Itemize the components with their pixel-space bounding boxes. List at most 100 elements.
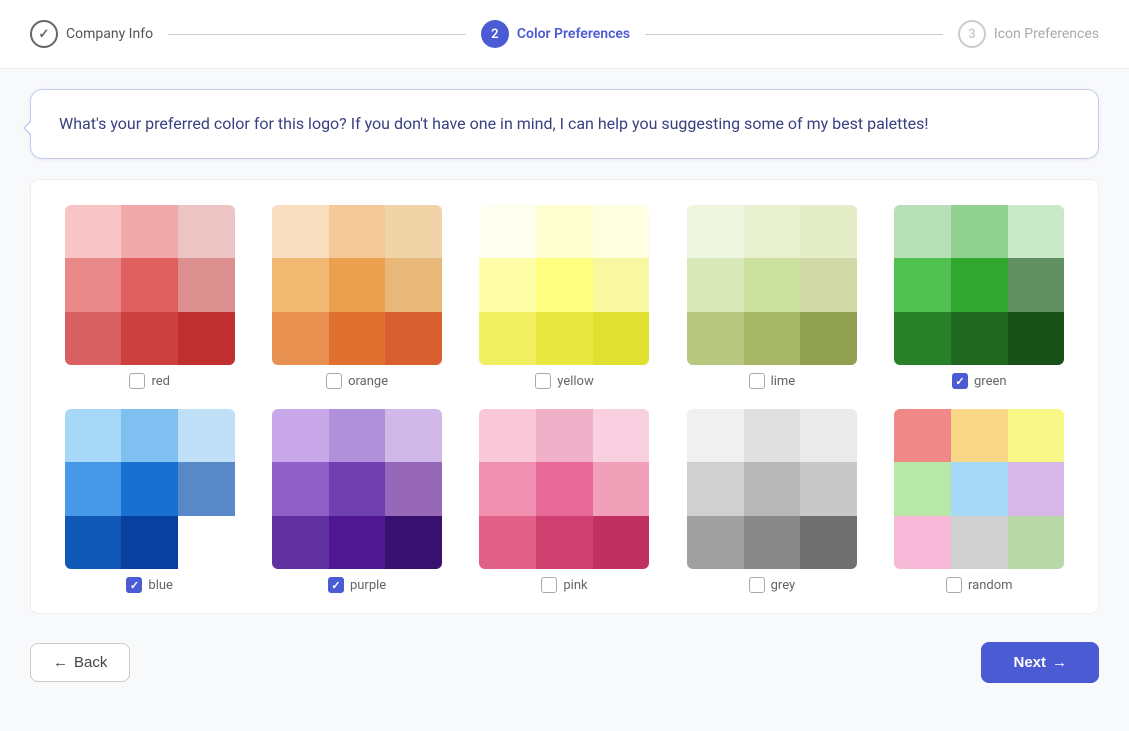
palette-label-lime: lime: [749, 373, 796, 389]
palette-color-cell: [65, 205, 122, 258]
palette-color-cell: [272, 462, 329, 515]
palette-color-cell: [593, 312, 650, 365]
palette-color-cell: [951, 409, 1008, 462]
palette-color-cell: [385, 258, 442, 311]
step-color-preferences: 2 Color Preferences: [481, 20, 630, 48]
palette-color-cell: [385, 516, 442, 569]
palette-color-cell: [536, 516, 593, 569]
palette-checkbox-orange[interactable]: [326, 373, 342, 389]
palette-item-yellow[interactable]: yellow: [476, 205, 653, 389]
palette-color-cell: [178, 409, 235, 462]
step-icon-preferences: 3 Icon Preferences: [958, 20, 1099, 48]
palette-color-cell: [121, 409, 178, 462]
palette-color-cell: [272, 312, 329, 365]
palette-color-cell: [744, 516, 801, 569]
progress-header: ✓ Company Info 2 Color Preferences 3 Ico…: [0, 0, 1129, 69]
palette-item-blue[interactable]: blue: [61, 409, 238, 593]
palette-color-cell: [687, 516, 744, 569]
back-label: Back: [74, 654, 107, 671]
palette-color-cell: [744, 205, 801, 258]
palette-swatch-red[interactable]: [65, 205, 235, 365]
step-1-label: Company Info: [66, 26, 153, 42]
palette-color-cell: [894, 205, 951, 258]
palette-swatch-green[interactable]: [894, 205, 1064, 365]
palette-label-text-blue: blue: [148, 578, 173, 593]
palette-color-cell: [385, 409, 442, 462]
palette-color-cell: [951, 258, 1008, 311]
next-button[interactable]: Next →: [981, 642, 1099, 683]
palette-checkbox-grey[interactable]: [749, 577, 765, 593]
palette-label-text-grey: grey: [771, 578, 796, 593]
palette-checkbox-green[interactable]: [952, 373, 968, 389]
palette-color-cell: [121, 205, 178, 258]
palette-color-cell: [329, 258, 386, 311]
palette-color-cell: [800, 258, 857, 311]
palette-color-cell: [593, 258, 650, 311]
palette-item-purple[interactable]: purple: [268, 409, 445, 593]
palette-checkbox-yellow[interactable]: [535, 373, 551, 389]
palette-swatch-grey[interactable]: [687, 409, 857, 569]
chat-bubble-container: What's your preferred color for this log…: [0, 69, 1129, 169]
palette-item-green[interactable]: green: [891, 205, 1068, 389]
palette-color-cell: [894, 312, 951, 365]
palette-item-lime[interactable]: lime: [683, 205, 860, 389]
chat-bubble: What's your preferred color for this log…: [30, 89, 1099, 159]
palette-checkbox-blue[interactable]: [126, 577, 142, 593]
step-2-circle: 2: [481, 20, 509, 48]
back-button[interactable]: ← Back: [30, 643, 130, 682]
palette-checkbox-random[interactable]: [946, 577, 962, 593]
palette-checkbox-pink[interactable]: [541, 577, 557, 593]
palette-color-cell: [329, 205, 386, 258]
palette-item-grey[interactable]: grey: [683, 409, 860, 593]
palette-color-cell: [536, 462, 593, 515]
palette-checkbox-red[interactable]: [129, 373, 145, 389]
palette-label-purple: purple: [328, 577, 386, 593]
palette-checkbox-lime[interactable]: [749, 373, 765, 389]
palette-color-cell: [272, 409, 329, 462]
palette-color-cell: [951, 312, 1008, 365]
palette-color-cell: [479, 516, 536, 569]
palette-color-cell: [329, 462, 386, 515]
palette-item-pink[interactable]: pink: [476, 409, 653, 593]
palette-swatch-lime[interactable]: [687, 205, 857, 365]
palette-color-cell: [593, 462, 650, 515]
palette-color-cell: [593, 516, 650, 569]
palette-label-text-pink: pink: [563, 578, 587, 593]
palette-label-blue: blue: [126, 577, 173, 593]
palette-color-cell: [593, 409, 650, 462]
palette-swatch-random[interactable]: [894, 409, 1064, 569]
palette-color-cell: [65, 409, 122, 462]
palette-color-cell: [178, 205, 235, 258]
palette-color-cell: [178, 312, 235, 365]
palette-color-cell: [800, 516, 857, 569]
palette-color-cell: [479, 312, 536, 365]
palette-swatch-yellow[interactable]: [479, 205, 649, 365]
palette-checkbox-purple[interactable]: [328, 577, 344, 593]
palette-color-cell: [800, 462, 857, 515]
palette-swatch-blue[interactable]: [65, 409, 235, 569]
palette-color-cell: [800, 409, 857, 462]
palette-color-cell: [479, 409, 536, 462]
palette-color-cell: [1008, 462, 1065, 515]
palette-color-cell: [744, 258, 801, 311]
palette-item-random[interactable]: random: [891, 409, 1068, 593]
palette-color-cell: [1008, 258, 1065, 311]
palette-swatch-pink[interactable]: [479, 409, 649, 569]
palette-swatch-purple[interactable]: [272, 409, 442, 569]
palette-color-cell: [536, 409, 593, 462]
step-2-label: Color Preferences: [517, 26, 630, 42]
palette-color-cell: [1008, 312, 1065, 365]
back-arrow-icon: ←: [53, 654, 68, 671]
palette-color-cell: [121, 312, 178, 365]
palette-color-cell: [593, 205, 650, 258]
palette-color-cell: [385, 205, 442, 258]
palette-color-cell: [178, 516, 235, 569]
palette-color-cell: [329, 312, 386, 365]
palette-color-cell: [894, 409, 951, 462]
palette-label-text-red: red: [151, 374, 170, 389]
palette-color-cell: [272, 205, 329, 258]
palette-swatch-orange[interactable]: [272, 205, 442, 365]
palette-color-cell: [329, 409, 386, 462]
palette-item-red[interactable]: red: [61, 205, 238, 389]
palette-item-orange[interactable]: orange: [268, 205, 445, 389]
